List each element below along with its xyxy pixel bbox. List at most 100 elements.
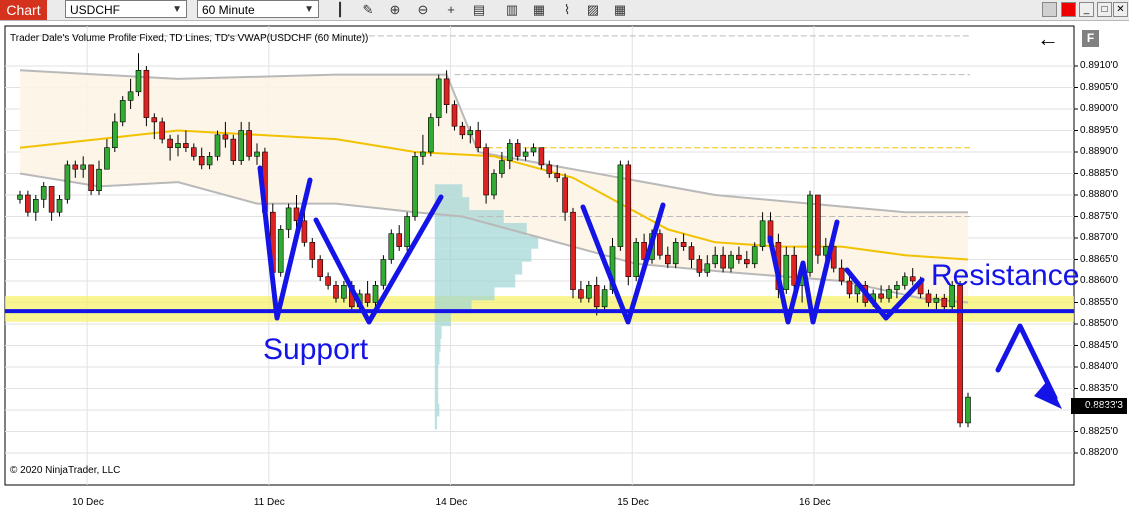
minimize-button[interactable]: _ [1079, 2, 1094, 17]
candle-body [238, 130, 244, 161]
candle-body [546, 164, 553, 174]
candle-body [64, 164, 71, 200]
candle-body [965, 396, 971, 424]
volume-profile-bar [434, 261, 523, 275]
crosshair-icon[interactable]: + [442, 1, 460, 19]
candle-body [135, 69, 142, 93]
candle-body [704, 263, 711, 273]
candle-body [88, 164, 94, 191]
candle-body [593, 284, 600, 308]
resistance-label: Resistance [931, 259, 1080, 292]
candle-body [901, 276, 908, 286]
strategies-icon[interactable]: ⌇ [558, 1, 576, 19]
close-button[interactable]: ✕ [1113, 2, 1128, 17]
candle-body [56, 199, 63, 213]
back-arrow-icon[interactable]: ← [1037, 26, 1059, 52]
candle-body [246, 130, 252, 157]
candle-body [909, 276, 916, 282]
instrument-selector[interactable]: USDCHF ▼ [65, 0, 187, 18]
candle-body [506, 143, 513, 161]
y-tick-label: 0.8885'0 [1080, 167, 1119, 179]
candle-body [285, 207, 292, 230]
y-tick-label: 0.8830'0 [1080, 404, 1119, 415]
candle-body [40, 186, 47, 200]
zoom-out-icon[interactable]: ⊖ [414, 1, 432, 19]
y-tick-label: 0.8860'0 [1080, 275, 1119, 286]
candle-body [759, 220, 766, 247]
candle-body [815, 194, 821, 256]
candle-body [80, 164, 86, 170]
candle-body [191, 147, 197, 157]
candle-body [119, 100, 126, 123]
chevron-down-icon: ▼ [304, 4, 314, 15]
candle-body [317, 259, 324, 278]
y-tick-label: 0.8870'0 [1080, 232, 1119, 243]
y-tick-label: 0.8855'0 [1080, 296, 1119, 308]
volume-profile-bar [434, 416, 438, 430]
candle-body [712, 254, 719, 265]
properties-icon[interactable]: ▤ [470, 1, 488, 19]
candle-body [578, 289, 584, 299]
candle-body [388, 233, 395, 260]
candle-body [112, 121, 118, 149]
window-color-button[interactable] [1061, 2, 1076, 17]
candle-body [483, 147, 489, 196]
candle-body [341, 284, 347, 299]
pencil-icon[interactable]: ✎ [359, 1, 377, 19]
instrument-list-icon[interactable]: ▦ [530, 1, 548, 19]
y-tick-label: 0.8835'0 [1080, 382, 1119, 394]
candle-body [412, 156, 418, 217]
candle-body [404, 216, 410, 247]
y-tick-label: 0.8900'0 [1080, 103, 1119, 114]
volume-profile-bar [434, 274, 516, 288]
candle-body [625, 164, 632, 277]
candle-body [672, 242, 679, 265]
candle-body [736, 254, 742, 260]
timeframe-value: 60 Minute [202, 3, 255, 17]
bar-type-icon[interactable]: ┃ [331, 1, 349, 19]
candle-body [538, 147, 545, 166]
candle-body [25, 194, 31, 213]
window-gray-button[interactable] [1042, 2, 1057, 17]
candle-body [104, 147, 110, 170]
candle-body [475, 130, 482, 149]
y-tick-label: 0.8845'0 [1080, 339, 1119, 351]
chart-toolbar: Chart USDCHF ▼ 60 Minute ▼ ┃ ✎ ⊕ ⊖ + ▤ ▥… [0, 0, 1129, 21]
candle-body [743, 259, 750, 265]
chart-tab[interactable]: Chart [0, 0, 47, 20]
candle-body [301, 220, 308, 243]
candle-body [499, 160, 505, 174]
x-tick-label: 10 Dec [72, 497, 104, 508]
timeframe-selector[interactable]: 60 Minute ▼ [197, 0, 319, 18]
candle-body [838, 267, 845, 282]
candle-body [372, 284, 379, 303]
candle-body [720, 254, 726, 269]
candle-body [601, 289, 608, 308]
volume-profile-bar [434, 339, 441, 352]
f-button[interactable]: F [1082, 30, 1099, 47]
templates-icon[interactable]: ▨ [584, 1, 602, 19]
candle-body [396, 233, 403, 247]
volume-profile-bar [434, 326, 442, 340]
candle-body [585, 284, 592, 299]
chevron-down-icon: ▼ [172, 4, 182, 15]
candle-body [617, 164, 624, 247]
candle-body [459, 125, 466, 136]
grid-icon[interactable]: ▦ [611, 1, 629, 19]
y-tick-label: 0.8875'0 [1080, 210, 1119, 222]
x-tick-label: 16 Dec [798, 497, 831, 508]
candle-body [435, 78, 442, 118]
volume-profile-bar [434, 235, 539, 249]
candle-body [420, 151, 426, 157]
data-box-icon[interactable]: ▥ [503, 1, 521, 19]
candle-body [807, 194, 813, 273]
maximize-button[interactable]: □ [1097, 2, 1112, 17]
y-tick-label: 0.8840'0 [1080, 361, 1119, 372]
volume-profile-bar [434, 287, 495, 301]
candle-body [514, 143, 521, 157]
y-tick-label: 0.8850'0 [1080, 318, 1119, 329]
zoom-in-icon[interactable]: ⊕ [386, 1, 404, 19]
volume-profile-bar [434, 377, 439, 391]
candle-body [277, 229, 284, 273]
candle-body [17, 194, 23, 200]
